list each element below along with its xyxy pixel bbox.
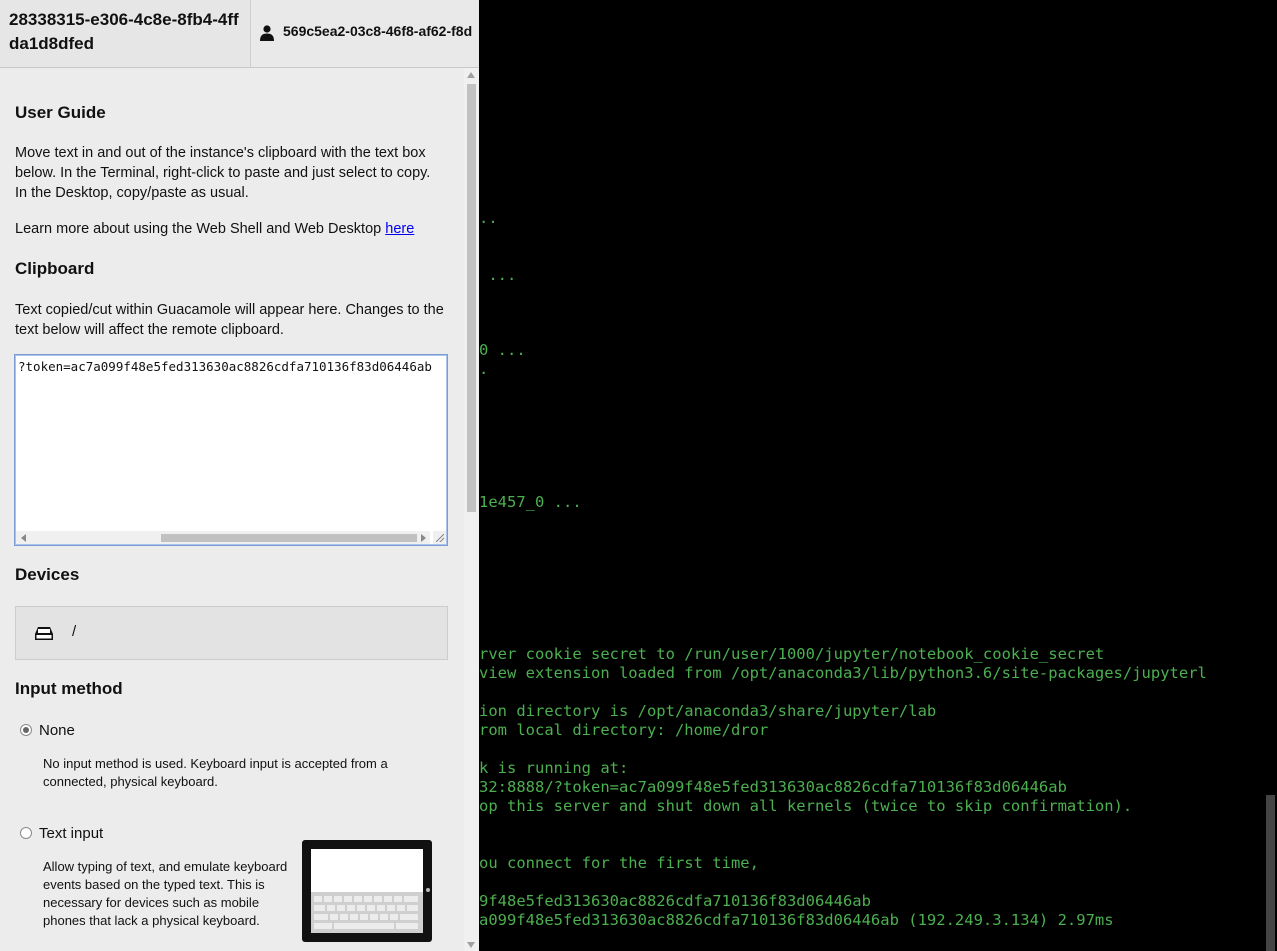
- clipboard-scrollbar-thumb[interactable]: [161, 534, 417, 542]
- terminal-scrollbar-thumb[interactable]: [1266, 795, 1275, 951]
- option-description-text-input: Allow typing of text, and emulate keyboa…: [43, 859, 288, 928]
- terminal-line: ..: [479, 209, 498, 227]
- terminal-line: rver cookie secret to /run/user/1000/jup…: [479, 645, 1105, 663]
- terminal-line: view extension loaded from /opt/anaconda…: [479, 664, 1207, 682]
- learn-more-link[interactable]: here: [385, 221, 414, 237]
- option-label-none[interactable]: None: [39, 722, 75, 739]
- device-path: /: [72, 623, 77, 640]
- terminal-line: 32:8888/?token=ac7a099f48e5fed313630ac88…: [479, 778, 1067, 796]
- terminal-line: ou connect for the first time,: [479, 854, 759, 872]
- input-method-heading: Input method: [15, 679, 123, 698]
- terminal-line: op this server and shut down all kernels…: [479, 797, 1133, 815]
- user-icon: [260, 25, 274, 41]
- learn-more-text: Learn more about using the Web Shell and…: [15, 219, 445, 239]
- radio-text-input[interactable]: [20, 827, 32, 839]
- username: 569c5ea2-03c8-46f8-af62-f8d: [283, 23, 473, 39]
- terminal-line: 1e457_0 ...: [479, 493, 582, 511]
- user-guide-heading: User Guide: [15, 103, 106, 122]
- clipboard-horizontal-scrollbar[interactable]: [16, 531, 430, 544]
- guacamole-menu: 28338315-e306-4c8e-8fb4-4ffda1d8dfed 569…: [0, 0, 479, 951]
- scroll-left-icon[interactable]: [21, 534, 26, 542]
- menu-header: 28338315-e306-4c8e-8fb4-4ffda1d8dfed 569…: [0, 0, 479, 68]
- option-description-none: No input method is used. Keyboard input …: [43, 756, 388, 789]
- user-guide-text: Move text in and out of the instance's c…: [15, 145, 431, 201]
- user-menu-button[interactable]: 569c5ea2-03c8-46f8-af62-f8d: [250, 0, 479, 67]
- terminal-line: ion directory is /opt/anaconda3/share/ju…: [479, 702, 937, 720]
- clipboard-heading: Clipboard: [15, 259, 95, 278]
- learn-more-prefix: Learn more about using the Web Shell and…: [15, 221, 386, 237]
- tablet-keyboard-icon: [302, 840, 432, 942]
- devices-heading: Devices: [15, 565, 80, 584]
- clipboard-value: ?token=ac7a099f48e5fed313630ac8826cdfa71…: [18, 359, 432, 374]
- drive-icon: [35, 627, 53, 640]
- terminal-line: .: [479, 360, 489, 378]
- clipboard-textarea[interactable]: ?token=ac7a099f48e5fed313630ac8826cdfa71…: [14, 354, 448, 546]
- option-label-text-input[interactable]: Text input: [39, 825, 103, 842]
- scroll-up-icon[interactable]: [467, 72, 475, 78]
- clipboard-description: Text copied/cut within Guacamole will ap…: [15, 302, 444, 338]
- terminal-line: k is running at:: [479, 759, 629, 777]
- terminal-line: ...: [479, 266, 517, 284]
- terminal-line: 9f48e5fed313630ac8826cdfa710136f83d06446…: [479, 892, 871, 910]
- device-item[interactable]: /: [15, 606, 448, 660]
- scroll-right-icon[interactable]: [421, 534, 426, 542]
- menu-content: User Guide Move text in and out of the i…: [0, 68, 464, 951]
- resize-grip-icon[interactable]: [433, 531, 446, 544]
- terminal-line: 0 ...: [479, 341, 526, 359]
- scroll-down-icon[interactable]: [467, 942, 475, 948]
- menu-scrollbar-thumb[interactable]: [467, 84, 476, 512]
- terminal-line: a099f48e5fed313630ac8826cdfa710136f83d06…: [479, 911, 1114, 929]
- radio-none[interactable]: [20, 724, 32, 736]
- terminal-line: rom local directory: /home/dror: [479, 721, 769, 739]
- connection-title: 28338315-e306-4c8e-8fb4-4ffda1d8dfed: [9, 10, 239, 53]
